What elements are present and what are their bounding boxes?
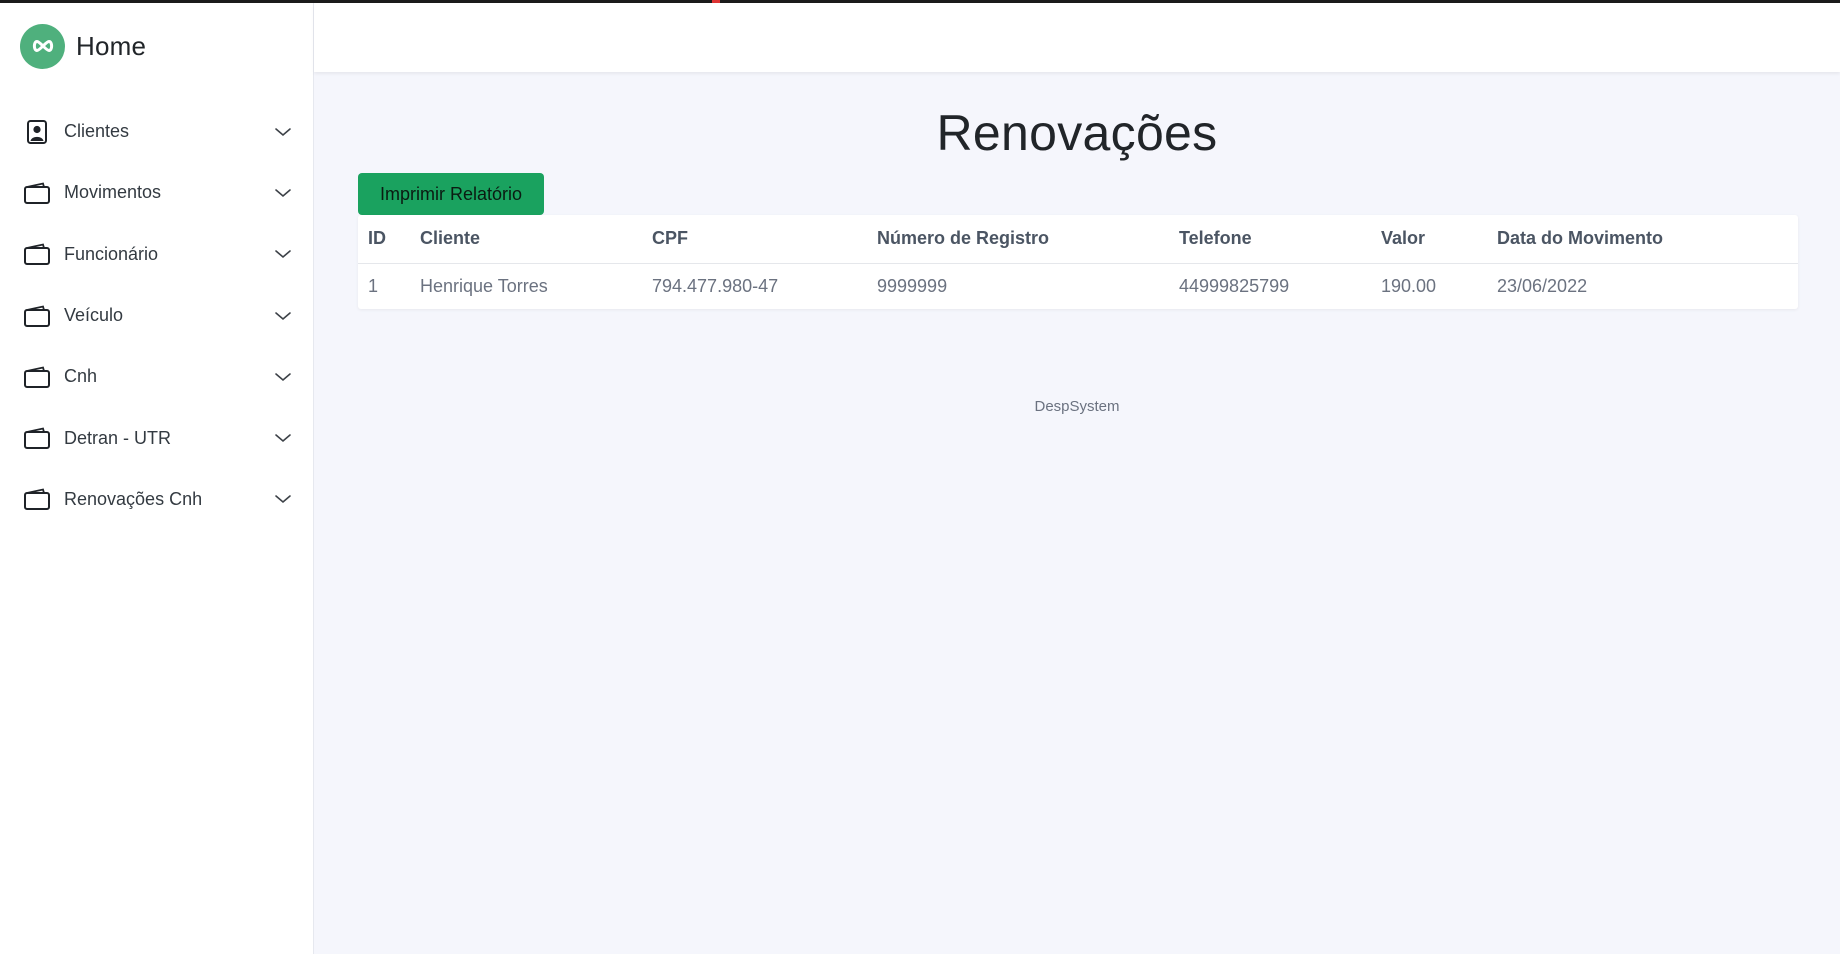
sidebar-item-cnh[interactable]: Cnh	[0, 346, 313, 407]
page-title: Renovações	[936, 105, 1218, 161]
chevron-down-icon[interactable]	[273, 428, 293, 448]
person-badge-icon	[24, 119, 50, 145]
sidebar: Home Clientes Movimentos Funcionário Veí…	[0, 3, 314, 954]
sidebar-item-label: Cnh	[64, 366, 98, 387]
wallet-icon	[24, 180, 50, 206]
sidebar-item-clientes[interactable]: Clientes	[0, 101, 313, 162]
chevron-down-icon[interactable]	[273, 489, 293, 509]
cell-data-movimento: 23/06/2022	[1497, 275, 1588, 296]
infinity-logo-icon	[20, 23, 65, 69]
top-header-bar	[314, 3, 1840, 72]
chevron-down-icon[interactable]	[273, 306, 293, 326]
sidebar-item-label: Clientes	[64, 121, 130, 142]
column-header-data-movimento[interactable]: Data do Movimento	[1497, 215, 1798, 264]
main-content: Renovações Imprimir Relatório ID Cliente…	[314, 72, 1840, 954]
wallet-icon	[24, 486, 50, 512]
sidebar-item-detran-utr[interactable]: Detran - UTR	[0, 407, 313, 468]
brand-home-link[interactable]: Home	[20, 23, 146, 69]
table-row[interactable]: 1 Henrique Torres 794.477.980-47 9999999…	[358, 263, 1798, 309]
sidebar-item-funcionario[interactable]: Funcionário	[0, 224, 313, 285]
wallet-icon	[24, 364, 50, 390]
cell-numero-registro: 9999999	[877, 275, 948, 296]
brand-title: Home	[76, 30, 147, 61]
chevron-down-icon[interactable]	[273, 244, 293, 264]
column-header-telefone[interactable]: Telefone	[1179, 215, 1381, 264]
sidebar-item-label: Detran - UTR	[64, 427, 172, 448]
cell-cpf: 794.477.980-47	[652, 275, 779, 296]
column-header-numero-registro[interactable]: Número de Registro	[877, 215, 1179, 264]
sidebar-item-veiculo[interactable]: Veículo	[0, 285, 313, 346]
cell-valor: 190.00	[1381, 275, 1437, 296]
chevron-down-icon[interactable]	[273, 367, 293, 387]
column-header-cpf[interactable]: CPF	[652, 215, 877, 264]
wallet-icon	[24, 241, 50, 267]
sidebar-item-label: Renovações Cnh	[64, 488, 203, 509]
footer-text: DespSystem	[1034, 398, 1120, 415]
column-header-valor[interactable]: Valor	[1381, 215, 1497, 264]
wallet-icon	[24, 303, 50, 329]
cell-id: 1	[368, 275, 379, 296]
column-header-cliente[interactable]: Cliente	[420, 215, 652, 264]
sidebar-item-label: Veículo	[64, 305, 124, 326]
cell-telefone: 44999825799	[1179, 275, 1290, 296]
sidebar-item-label: Funcionário	[64, 243, 159, 264]
wallet-icon	[24, 425, 50, 451]
table-header-row: ID Cliente CPF Número de Registro Telefo…	[358, 215, 1798, 264]
chevron-down-icon[interactable]	[273, 183, 293, 203]
renewals-table: ID Cliente CPF Número de Registro Telefo…	[358, 215, 1798, 309]
chevron-down-icon[interactable]	[273, 122, 293, 142]
print-report-button[interactable]: Imprimir Relatório	[358, 173, 544, 215]
sidebar-item-label: Movimentos	[64, 182, 162, 203]
column-header-id[interactable]: ID	[358, 215, 420, 264]
cell-cliente: Henrique Torres	[420, 275, 548, 296]
sidebar-nav: Clientes Movimentos Funcionário Veículo …	[0, 101, 313, 530]
sidebar-item-renovacoes-cnh[interactable]: Renovações Cnh	[0, 469, 313, 530]
renewals-table-card: ID Cliente CPF Número de Registro Telefo…	[358, 215, 1798, 309]
sidebar-item-movimentos[interactable]: Movimentos	[0, 162, 313, 223]
